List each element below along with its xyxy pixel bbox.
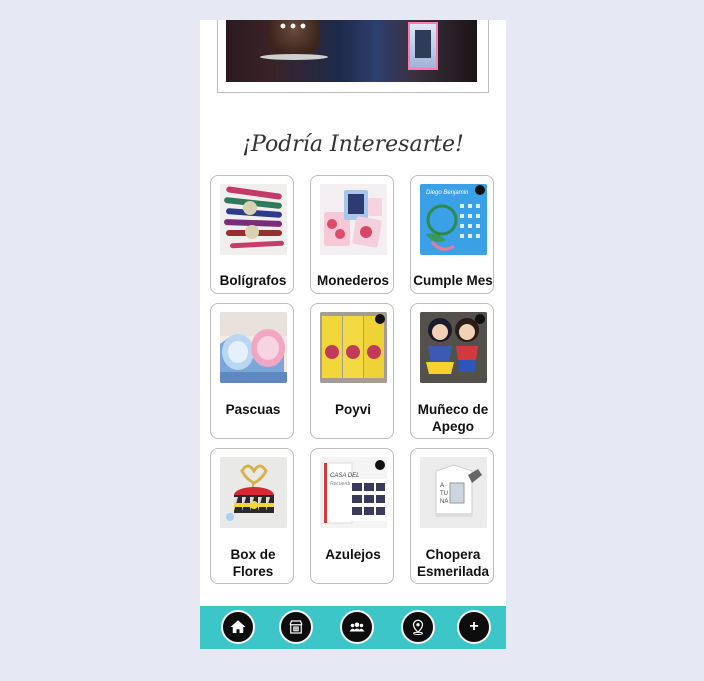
product-label: Monederos: [316, 273, 389, 288]
svg-text:NA: NA: [440, 499, 448, 505]
product-card-azulejos[interactable]: CASA DEL Recuerdos Azulejos: [310, 448, 394, 584]
photo-inner: [415, 30, 431, 58]
group-button[interactable]: [340, 610, 374, 644]
product-label: Bolígrafos: [219, 273, 287, 288]
easter-eggs-image: [220, 312, 287, 383]
svg-text:CASA DEL: CASA DEL: [330, 473, 359, 479]
hero-image-frame: [217, 20, 489, 93]
product-label: Pascuas: [225, 402, 281, 417]
group-icon: [349, 622, 365, 632]
plate-graphic: [260, 54, 328, 60]
poyvi-image: [320, 312, 387, 383]
product-card-cumple-mes[interactable]: Diego Benjamin Cumple Mes: [410, 175, 494, 294]
product-card-boligrafos[interactable]: Bolígrafos: [210, 175, 294, 294]
beer-mug-image: A TU NA: [420, 457, 487, 528]
dolls-image: [420, 312, 487, 383]
product-card-monederos[interactable]: Monederos: [310, 175, 394, 294]
product-label: Box de Flores: [230, 547, 276, 579]
product-grid: Bolígrafos Monederos Diego Benjamin Cump…: [210, 175, 496, 585]
plus-icon: +: [469, 618, 479, 635]
birthday-board-image: Diego Benjamin: [420, 184, 487, 255]
product-label: Cumple Mes: [413, 273, 493, 288]
mobile-viewport: ¡Podría Interesarte! Bolígrafos Monedero…: [200, 20, 506, 649]
purses-image: [320, 184, 387, 255]
location-icon: [412, 619, 424, 635]
product-card-muneco-de-apego[interactable]: Muñeco de Apego: [410, 303, 494, 439]
home-button[interactable]: [221, 610, 255, 644]
svg-text:TU: TU: [440, 491, 448, 497]
svg-text:A: A: [440, 483, 444, 489]
product-label: Azulejos: [325, 547, 381, 562]
product-label: Poyvi: [334, 402, 372, 417]
flower-box-image: [220, 457, 287, 528]
home-icon: [230, 620, 246, 633]
product-card-chopera-esmerilada[interactable]: A TU NA Chopera Esmerilada: [410, 448, 494, 584]
product-label: Chopera Esmerilada: [416, 547, 490, 579]
tiles-image: CASA DEL Recuerdos: [320, 457, 387, 528]
hero-image[interactable]: [226, 20, 477, 82]
cake-decoration: [278, 22, 308, 30]
more-button[interactable]: +: [457, 610, 491, 644]
product-label: Muñeco de Apego: [417, 402, 489, 434]
product-card-poyvi[interactable]: Poyvi: [310, 303, 394, 439]
product-card-box-de-flores[interactable]: Box de Flores: [210, 448, 294, 584]
product-card-pascuas[interactable]: Pascuas: [210, 303, 294, 439]
location-button[interactable]: [401, 610, 435, 644]
store-button[interactable]: [279, 610, 313, 644]
bottom-navigation-bar: +: [200, 606, 506, 649]
photo-card-graphic: [408, 22, 438, 70]
svg-text:Diego Benjamin: Diego Benjamin: [426, 190, 469, 196]
pens-image: [220, 184, 287, 255]
section-title: ¡Podría Interesarte!: [242, 132, 464, 157]
store-icon: [289, 620, 303, 634]
